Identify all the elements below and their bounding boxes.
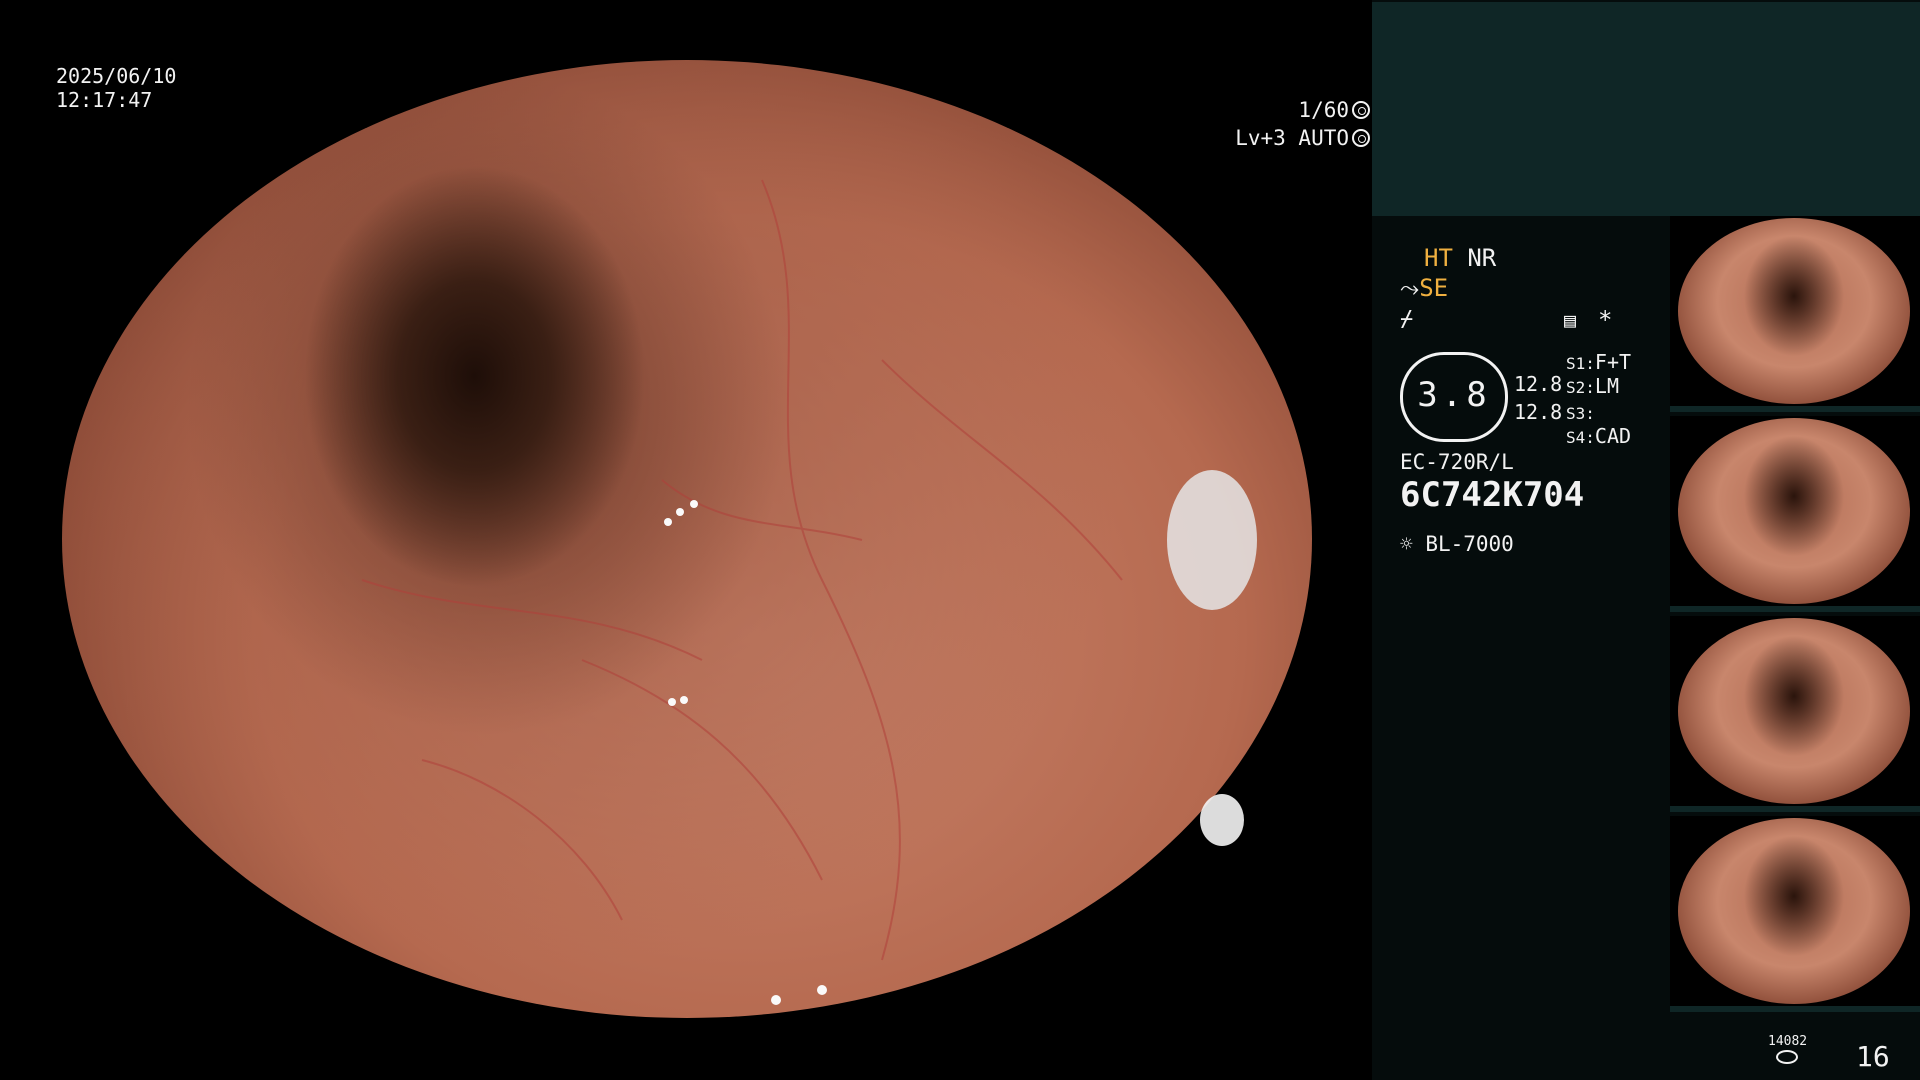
page-number: 16 bbox=[1856, 1040, 1890, 1073]
iris-icon bbox=[1352, 129, 1370, 147]
mode-se: SE bbox=[1419, 274, 1449, 302]
exposure-readout: Lv+3 AUTO bbox=[1235, 126, 1370, 151]
thumbnail-image bbox=[1678, 818, 1910, 1004]
light-source-row: ☼ BL-7000 bbox=[1400, 530, 1514, 558]
brightness-gauge: 3.8 bbox=[1400, 352, 1508, 442]
shutter-icon bbox=[1352, 101, 1370, 119]
mode-se-row: ⤳SE bbox=[1400, 274, 1448, 302]
shutter-readout: 1/60 bbox=[1298, 98, 1370, 123]
scope-model: EC-720R/L bbox=[1400, 450, 1514, 474]
thumbnail-3[interactable] bbox=[1670, 616, 1920, 812]
endoscope-main-view: 2025/06/10 12:17:47 1/60 Lv+3 AUTO bbox=[0, 0, 1372, 1080]
mode-nr: NR bbox=[1467, 244, 1497, 272]
thumbnail-image bbox=[1678, 418, 1910, 604]
thumbnail-image bbox=[1678, 218, 1910, 404]
thumbnail-1[interactable] bbox=[1670, 216, 1920, 412]
asterisk-mark: * bbox=[1598, 306, 1613, 334]
thumbnail-4[interactable] bbox=[1670, 816, 1920, 1012]
light-source-text: BL-7000 bbox=[1425, 532, 1514, 556]
endoscope-image bbox=[62, 60, 1312, 1018]
exposure-mode-text: AUTO bbox=[1298, 126, 1349, 150]
mode-ht-nr: HT NR bbox=[1424, 244, 1496, 272]
time-text: 12:17:47 bbox=[56, 88, 153, 112]
mode-ht: HT bbox=[1424, 244, 1453, 272]
exposure-level-text: Lv+3 bbox=[1235, 126, 1286, 150]
thumbnail-image bbox=[1678, 618, 1910, 804]
date-text: 2025/06/10 bbox=[56, 64, 177, 88]
datetime-readout: 2025/06/10 12:17:47 bbox=[56, 64, 176, 112]
panel-header-block bbox=[1372, 2, 1920, 216]
value-a: 12.8 bbox=[1514, 372, 1563, 396]
enhancement-icon: ⤳ bbox=[1400, 274, 1420, 302]
image-count: 14082 bbox=[1768, 1034, 1808, 1049]
light-source-icon: ☼ bbox=[1400, 532, 1413, 556]
mucosa-vessels bbox=[361, 179, 1257, 1005]
thumbnail-2[interactable] bbox=[1670, 416, 1920, 612]
switch-s4: S4:CAD bbox=[1566, 424, 1632, 448]
structure-icon: ⌿ bbox=[1400, 307, 1414, 332]
settings-icon: ▤ bbox=[1564, 308, 1577, 332]
scope-serial: 6C742K704 bbox=[1400, 475, 1585, 515]
shutter-text: 1/60 bbox=[1298, 98, 1349, 122]
value-b: 12.8 bbox=[1514, 400, 1563, 424]
gauge-value: 3.8 bbox=[1417, 375, 1491, 415]
storage-icon bbox=[1776, 1050, 1798, 1064]
